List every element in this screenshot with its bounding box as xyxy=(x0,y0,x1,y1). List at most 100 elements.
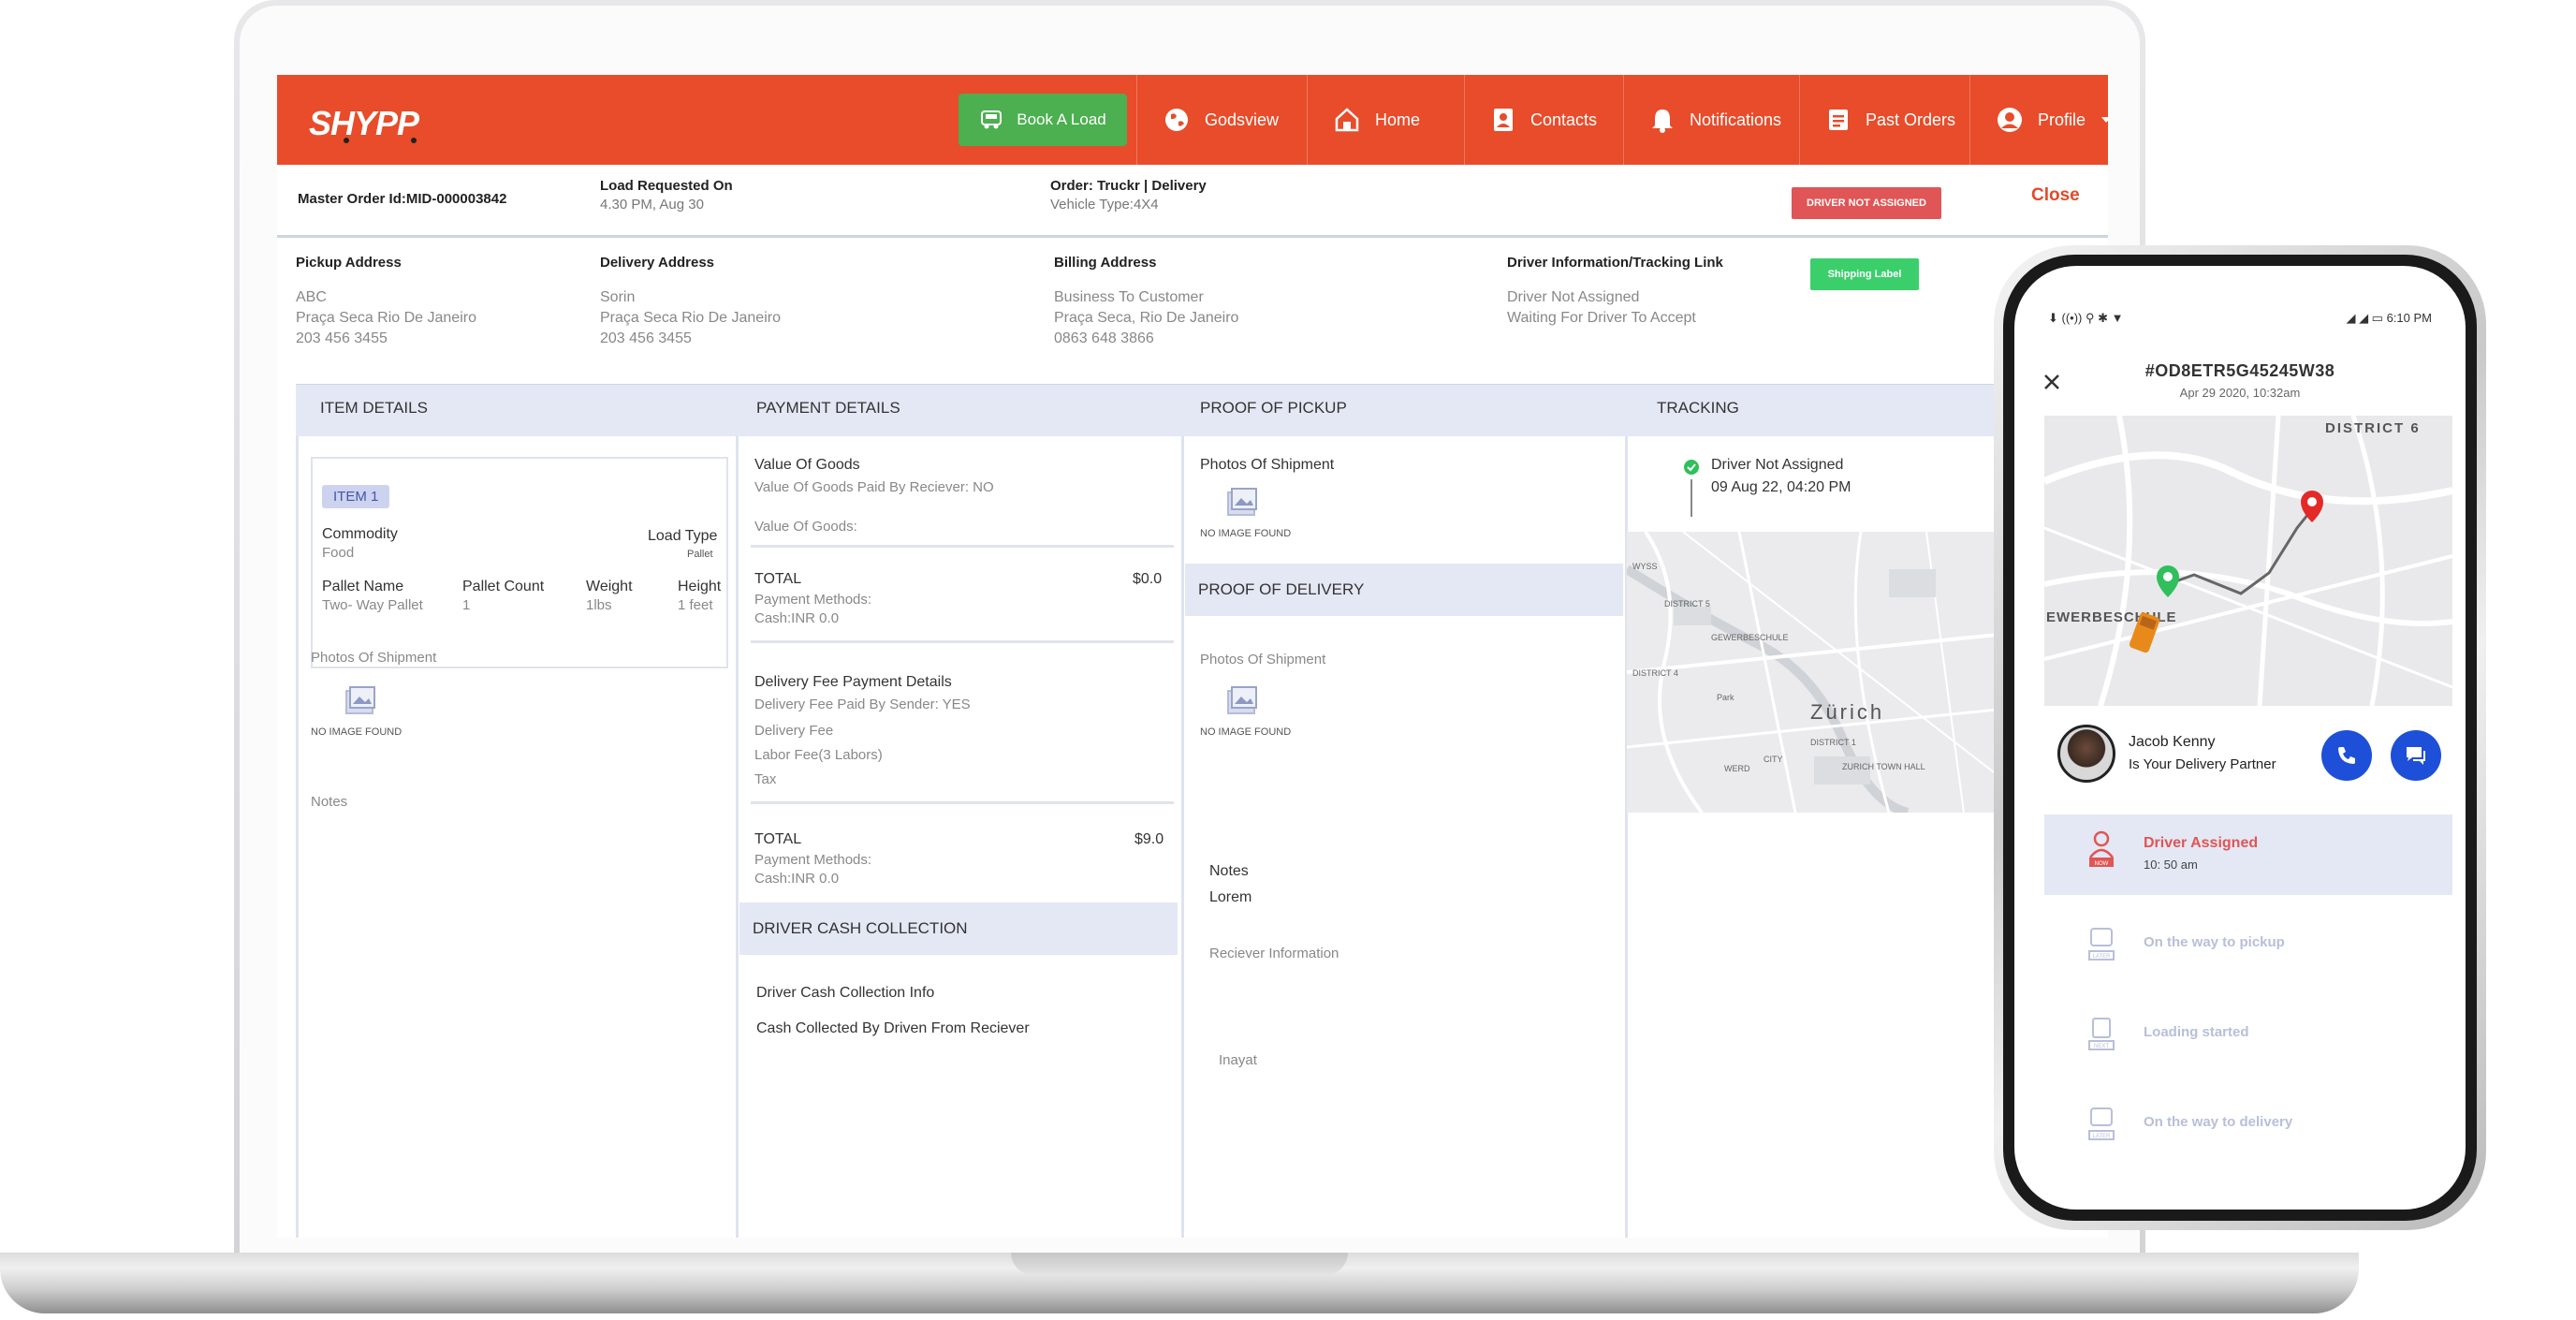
truck-icon xyxy=(981,110,1003,129)
load-requested-label: Load Requested On xyxy=(600,178,733,194)
billing-address-line: Praça Seca, Rio De Janeiro xyxy=(1054,310,1239,326)
phone-status-bar: ⬇ ((•)) ⚲ ✱ ▼ ◢ ◢ ▭ 6:10 PM xyxy=(2048,311,2432,326)
pallet-name-value: Two- Way Pallet xyxy=(322,597,423,613)
delivery-address-line: Praça Seca Rio De Janeiro xyxy=(600,310,781,326)
status-icons-right: ◢ ◢ ▭ 6:10 PM xyxy=(2346,311,2432,325)
tracking-map[interactable]: WYSS DISTRICT 5 GEWERBESCHULE DISTRICT 4… xyxy=(1627,532,1998,813)
total-value: $0.0 xyxy=(1133,571,1163,587)
billing-address: Billing Address Business To Customer Pra… xyxy=(1054,255,1238,349)
total-label: TOTAL xyxy=(754,571,802,587)
column-divider xyxy=(1181,436,1184,1238)
status-time: 6:10 PM xyxy=(2386,311,2432,325)
map-label: Park xyxy=(1717,693,1734,702)
driver-cash-collection-info: Driver Cash Collection Info xyxy=(756,985,935,1001)
driver-cash-collection-header: DRIVER CASH COLLECTION xyxy=(739,902,1178,955)
driver-information: Driver Information/Tracking Link Driver … xyxy=(1507,255,1723,329)
phone-icon xyxy=(2338,747,2355,764)
phone-map[interactable]: DISTRICT 6 EWERBESCHULE xyxy=(2044,416,2452,706)
close-button[interactable]: Close xyxy=(2031,185,2080,206)
step-tag: LATER xyxy=(2093,1134,2112,1139)
chat-button[interactable] xyxy=(2391,730,2441,781)
chevron-down-icon xyxy=(2101,117,2108,123)
delivery-photos-label: Photos Of Shipment xyxy=(1200,652,1326,667)
pallet-count-label: Pallet Count xyxy=(462,579,545,594)
receiver-name: Inayat xyxy=(1219,1052,1257,1068)
orders-icon xyxy=(1829,110,1848,130)
item-details-heading: ITEM DETAILS xyxy=(320,399,428,417)
home-icon xyxy=(1335,108,1359,132)
tracking-heading: TRACKING xyxy=(1657,399,1739,417)
delivery-address-heading: Delivery Address xyxy=(600,255,715,271)
billing-address-line: 0863 648 3866 xyxy=(1054,330,1154,346)
map-label: DISTRICT 4 xyxy=(1632,668,1678,678)
nav-profile[interactable]: Profile xyxy=(1969,75,2108,165)
check-circle-icon xyxy=(1684,460,1699,475)
proof-of-delivery-header: PROOF OF DELIVERY xyxy=(1185,564,1623,616)
delivery-notes-value: Lorem xyxy=(1209,889,1252,905)
driver-role: Is Your Delivery Partner xyxy=(2129,756,2276,772)
driver-card: Jacob Kenny Is Your Delivery Partner xyxy=(2044,706,2452,809)
map-label: DISTRICT 1 xyxy=(1810,738,1856,747)
nav-past-orders-label: Past Orders xyxy=(1866,110,1956,129)
box-step-icon: NEXT xyxy=(2088,1018,2115,1050)
order-type: Order: Truckr | Delivery xyxy=(1050,178,1207,194)
pickup-photos-label: Photos Of Shipment xyxy=(1200,457,1335,473)
pickup-address-line: ABC xyxy=(296,289,327,305)
load-requested-value: 4.30 PM, Aug 30 xyxy=(600,197,704,213)
payment-methods-label: Payment Methods: xyxy=(754,592,872,608)
master-order-id: Master Order Id:MID-000003842 xyxy=(298,191,507,207)
shipping-label-button[interactable]: Shipping Label xyxy=(1810,258,1919,290)
nav-godsview-label: Godsview xyxy=(1205,110,1280,129)
call-button[interactable] xyxy=(2321,730,2372,781)
item-tag: ITEM 1 xyxy=(322,485,390,508)
pickup-address: Pickup Address ABC Praça Seca Rio De Jan… xyxy=(296,255,476,349)
total-value: $9.0 xyxy=(1134,831,1164,847)
tracking-status: Driver Not Assigned xyxy=(1711,457,1844,473)
value-of-goods-paid-by-receiver: Value Of Goods Paid By Reciever: NO xyxy=(754,479,994,495)
book-a-load-button[interactable]: Book A Load xyxy=(959,94,1127,146)
laptop-notch xyxy=(1011,1253,1348,1275)
truck-step-icon: LATER xyxy=(2088,1107,2115,1140)
driver-icon: NOW xyxy=(2089,830,2114,867)
item-no-image-label: NO IMAGE FOUND xyxy=(311,726,402,738)
payment-cash-value: Cash:INR 0.0 xyxy=(754,871,840,887)
billing-address-heading: Billing Address xyxy=(1054,255,1157,271)
nav-home-label: Home xyxy=(1375,110,1421,129)
value-of-goods-label: Value Of Goods xyxy=(754,457,860,473)
column-divider xyxy=(296,436,299,1238)
step-label: On the way to pickup xyxy=(2144,934,2285,950)
nav-past-orders[interactable]: Past Orders xyxy=(1799,75,1968,165)
nav-godsview[interactable]: Godsview xyxy=(1136,75,1305,165)
step-label: On the way to delivery xyxy=(2144,1114,2293,1130)
profile-icon xyxy=(1998,108,2022,132)
map-label: ZURICH TOWN HALL xyxy=(1842,762,1925,771)
status-badge: DRIVER NOT ASSIGNED xyxy=(1792,187,1941,219)
timeline-line xyxy=(1690,479,1692,517)
item-notes-label: Notes xyxy=(311,794,348,810)
nav-profile-label: Profile xyxy=(2038,110,2086,129)
contacts-icon xyxy=(1494,109,1513,131)
payment-details-heading: PAYMENT DETAILS xyxy=(756,399,900,417)
status-icons-left: ⬇ ((•)) ⚲ ✱ ▼ xyxy=(2048,311,2124,325)
map-label: Zürich xyxy=(1810,700,1884,724)
shypp-logo[interactable]: SHYPP xyxy=(305,99,455,144)
step-loading-started[interactable]: NEXT Loading started xyxy=(2044,1004,2452,1069)
delivery-fee-label: Delivery Fee xyxy=(754,723,834,739)
image-placeholder-icon xyxy=(1227,488,1257,516)
nav-contacts[interactable]: Contacts xyxy=(1464,75,1621,165)
step-on-the-way-to-pickup[interactable]: LATER On the way to pickup xyxy=(2044,914,2452,979)
payment-cash-value: Cash:INR 0.0 xyxy=(754,610,840,626)
truck-step-icon: LATER xyxy=(2088,928,2115,961)
globe-icon xyxy=(1165,109,1188,131)
nav-notifications[interactable]: Notifications xyxy=(1623,75,1797,165)
step-on-the-way-to-delivery[interactable]: LATER On the way to delivery xyxy=(2044,1093,2452,1159)
labor-fee-label: Labor Fee(3 Labors) xyxy=(754,747,883,763)
map-label: DISTRICT 5 xyxy=(1664,599,1710,609)
commodity-label: Commodity xyxy=(322,526,398,542)
map-label: WYSS xyxy=(1632,562,1658,571)
phone-order-date: Apr 29 2020, 10:32am xyxy=(2179,386,2301,400)
driver-information-line: Driver Not Assigned xyxy=(1507,289,1640,305)
nav-home[interactable]: Home xyxy=(1307,75,1462,165)
map-label: GEWERBESCHULE xyxy=(1711,633,1789,642)
step-driver-assigned[interactable]: NOW Driver Assigned 10: 50 am xyxy=(2044,814,2452,895)
